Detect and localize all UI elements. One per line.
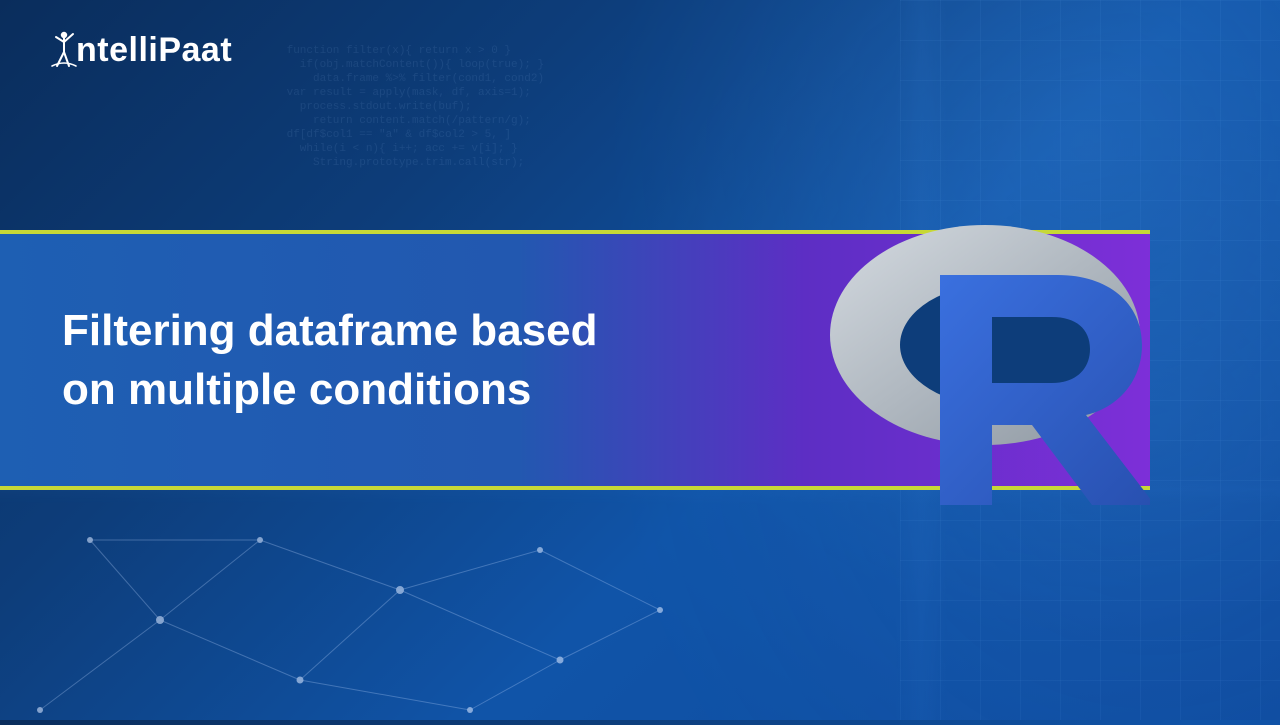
plexus-decoration <box>0 480 780 720</box>
banner-line-1: Filtering dataframe based <box>62 306 597 355</box>
brand-logo: ntelliPaat <box>50 30 232 70</box>
banner-line-2: on multiple conditions <box>62 365 531 414</box>
r-language-logo <box>820 190 1150 520</box>
brand-figure-icon <box>50 30 78 70</box>
brand-name: ntelliPaat <box>76 31 232 70</box>
banner-title: Filtering dataframe based on multiple co… <box>62 301 597 420</box>
background-code-decoration: function filter(x){ return x > 0 } if(ob… <box>280 30 980 210</box>
